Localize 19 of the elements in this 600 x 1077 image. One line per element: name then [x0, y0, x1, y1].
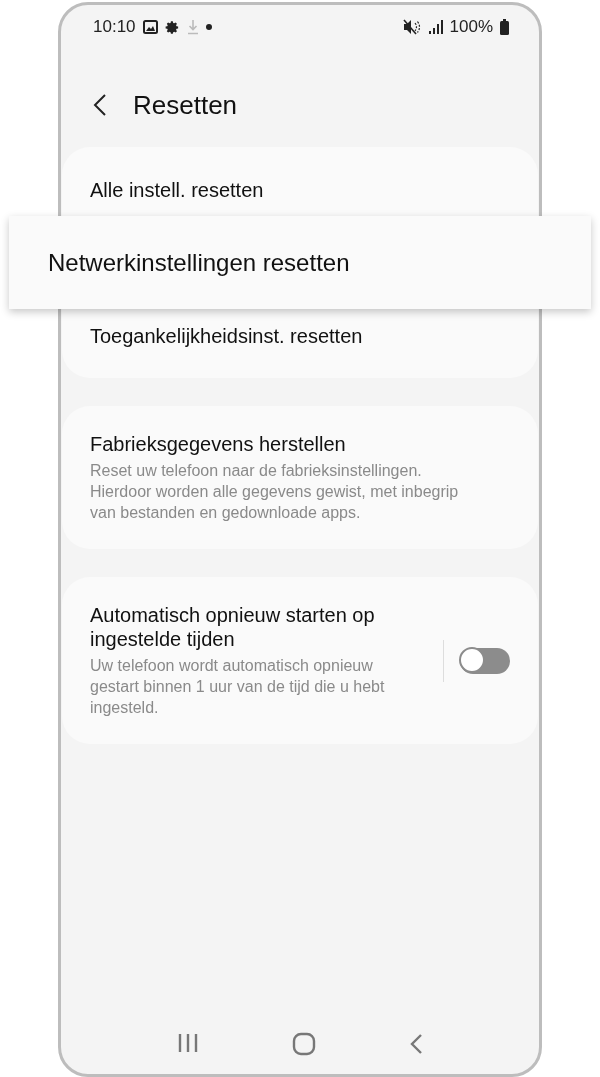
setting-title[interactable]: Fabrieksgegevens herstellen: [90, 432, 510, 456]
dot-icon: [205, 24, 212, 30]
toggle-switch[interactable]: [460, 647, 510, 674]
highlighted-setting[interactable]: Netwerkinstellingen resetten: [9, 216, 591, 309]
settings-icon: [164, 19, 180, 35]
battery-icon: [500, 19, 509, 35]
setting-title[interactable]: Automatisch opnieuw starten op ingestelde tijden: [90, 603, 427, 651]
mute-icon: [402, 19, 421, 35]
status-time: 10:10: [93, 17, 136, 37]
signal-icon: [427, 20, 443, 34]
recent-apps-icon[interactable]: [177, 1032, 200, 1054]
setting-description: Reset uw telefoon naar de fabrieksinstellingen. Hierdoor worden alle gegevens gewist, met inbegrip van bestanden en gedownloade apps.: [90, 461, 460, 523]
image-icon: [142, 20, 158, 34]
setting-title[interactable]: Toegankelijkheidsinst. resetten: [90, 323, 510, 348]
download-icon: [186, 19, 199, 35]
setting-description: Uw telefoon wordt automatisch opnieuw gestart binnen 1 uur van de tijd die u hebt ingesteld.: [90, 656, 386, 718]
setting-title[interactable]: Alle instell. resetten: [90, 177, 510, 202]
page-title: Resetten: [133, 89, 238, 121]
battery-percentage: 100%: [449, 17, 493, 37]
